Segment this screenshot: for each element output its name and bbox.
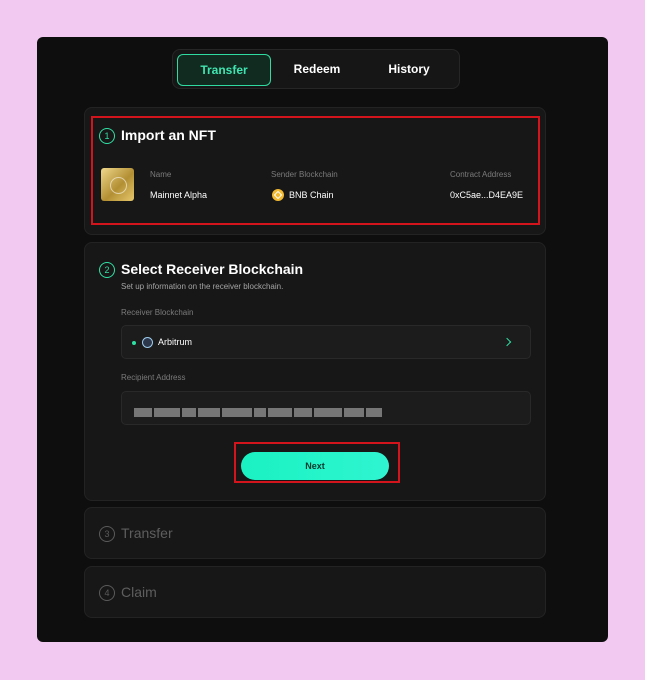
- nft-name: Mainnet Alpha: [150, 190, 208, 200]
- receiver-blockchain-value: Arbitrum: [158, 337, 193, 347]
- blurred-address: [134, 404, 384, 422]
- tab-history[interactable]: History: [363, 54, 455, 84]
- name-label: Name: [150, 170, 172, 179]
- tab-redeem[interactable]: Redeem: [271, 54, 363, 84]
- contract-address-value: 0xC5ae...D4EA9E: [450, 190, 524, 200]
- chevron-right-icon: [502, 337, 512, 347]
- step-transfer-card: 3 Transfer: [84, 507, 546, 559]
- step-1-title: Import an NFT: [121, 127, 216, 143]
- contract-address-label: Contract Address: [450, 170, 512, 179]
- bridge-panel: Transfer Redeem History 1 Import an NFT …: [37, 37, 608, 642]
- step-2-subtitle: Set up information on the receiver block…: [121, 282, 284, 291]
- bnb-chain-icon: [272, 189, 284, 201]
- next-button[interactable]: Next: [241, 452, 389, 480]
- nft-thumbnail: [101, 168, 134, 201]
- step-2-number: 2: [99, 262, 115, 278]
- step-import-nft-card: 1 Import an NFT Name Mainnet Alpha Sende…: [84, 107, 546, 235]
- tab-transfer[interactable]: Transfer: [177, 54, 271, 86]
- step-4-number: 4: [99, 585, 115, 601]
- status-dot-icon: [132, 341, 136, 345]
- receiver-blockchain-select[interactable]: Arbitrum: [121, 325, 531, 359]
- receiver-blockchain-label: Receiver Blockchain: [121, 308, 194, 317]
- step-1-number: 1: [99, 128, 115, 144]
- step-claim-card: 4 Claim: [84, 566, 546, 618]
- sender-blockchain-label: Sender Blockchain: [271, 170, 338, 179]
- arbitrum-icon: [142, 337, 153, 348]
- recipient-address-input[interactable]: [121, 391, 531, 425]
- step-receiver-card: 2 Select Receiver Blockchain Set up info…: [84, 242, 546, 501]
- sender-blockchain-value: BNB Chain: [289, 190, 334, 200]
- recipient-address-label: Recipient Address: [121, 373, 186, 382]
- step-4-title: Claim: [121, 584, 157, 600]
- tab-bar: Transfer Redeem History: [172, 49, 460, 89]
- step-3-number: 3: [99, 526, 115, 542]
- step-3-title: Transfer: [121, 525, 173, 541]
- step-2-title: Select Receiver Blockchain: [121, 261, 304, 277]
